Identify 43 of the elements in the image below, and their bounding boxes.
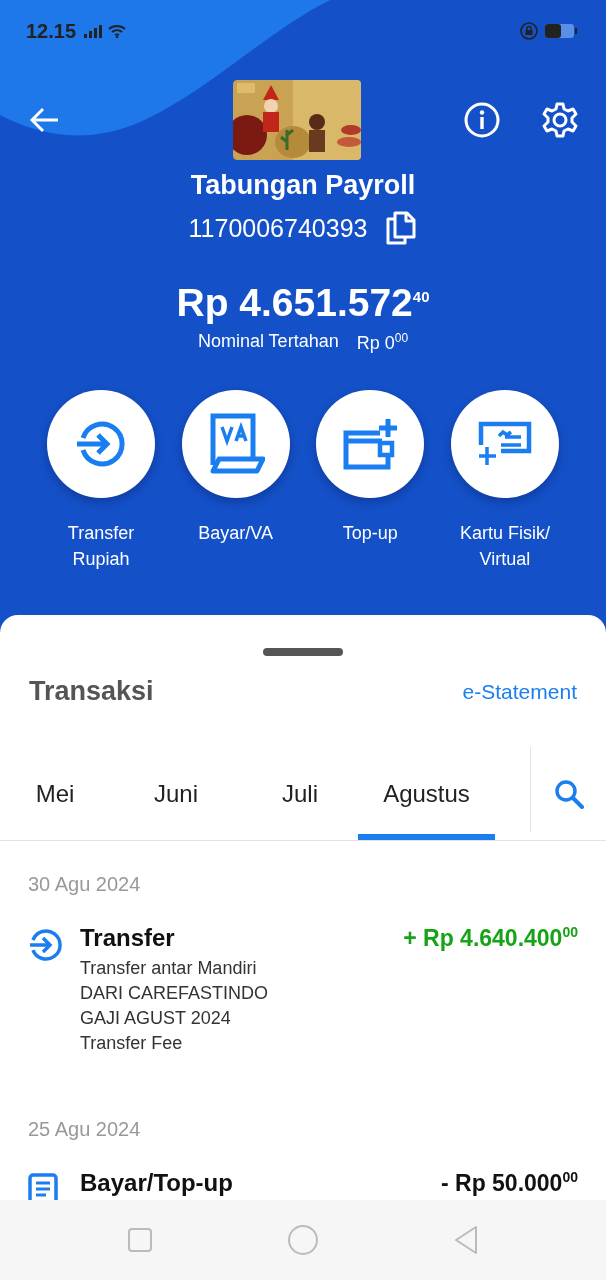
action-label: Top-up — [341, 522, 399, 545]
transaction-detail: Transfer Fee — [80, 1032, 184, 1055]
topup-action-button[interactable] — [316, 390, 425, 498]
card-action-button[interactable] — [450, 390, 559, 498]
battery-icon — [544, 23, 578, 39]
date-header: 25 Agu 2024 — [28, 1118, 142, 1141]
transaction-title: Bayar/Top-up — [80, 1169, 233, 1197]
wallet-plus-icon — [342, 417, 399, 471]
transaction-detail: DARI CAREFASTINDO — [80, 982, 270, 1005]
month-tab[interactable]: Juli — [242, 747, 358, 840]
e-statement-link[interactable]: e-Statement — [462, 679, 577, 704]
back-button[interactable] — [30, 107, 60, 133]
drag-handle[interactable] — [263, 648, 343, 656]
lock-icon — [520, 22, 538, 40]
info-button[interactable] — [464, 102, 500, 138]
account-number: 1170006740393 — [188, 213, 368, 243]
transaction-detail: Transfer antar Mandiri — [80, 957, 258, 980]
month-tab[interactable]: Juni — [110, 747, 242, 840]
transaction-amount: - Rp 50.000$^{00}$ — [440, 1169, 578, 1197]
transaction-title: Transfer — [80, 924, 175, 952]
held-amount: Rp 0$^{00}$ — [356, 331, 409, 354]
action-label: Bayar/VA — [197, 522, 274, 545]
transfer-icon — [28, 928, 62, 962]
month-tab[interactable]: Agustus — [358, 747, 495, 840]
search-icon — [554, 778, 584, 809]
copy-button[interactable] — [385, 211, 418, 245]
status-time: 12.15 — [26, 19, 77, 43]
card-plus-icon — [476, 421, 533, 467]
month-tab[interactable]: Mei — [0, 747, 110, 840]
settings-button[interactable] — [542, 102, 578, 138]
balance-amount: Rp 4.651.572$^{40}$ — [176, 281, 430, 325]
transaction-amount: + Rp 4.640.400$^{00}$ — [403, 924, 578, 952]
transfer-action-button[interactable] — [47, 390, 155, 498]
transaction-detail: GAJI AGUST 2024 — [80, 1007, 232, 1030]
held-label: Nominal Tertahan — [197, 331, 339, 353]
account-name: Tabungan Payroll — [190, 170, 416, 201]
section-title: Transaksi — [29, 676, 154, 707]
action-label: Transfer Rupiah — [66, 522, 136, 571]
signal-icon — [84, 24, 103, 38]
date-header: 30 Agu 2024 — [28, 873, 142, 896]
action-label: Kartu Fisik/ Virtual — [458, 522, 551, 571]
va-action-button[interactable] — [181, 390, 290, 498]
wifi-icon — [108, 24, 127, 38]
